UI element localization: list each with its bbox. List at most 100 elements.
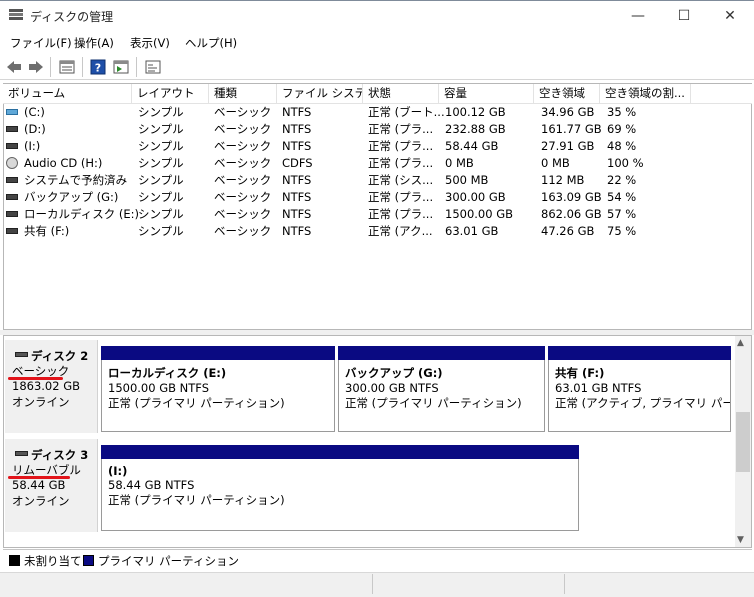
scroll-up-icon[interactable]: ▲ [737,338,744,348]
volume-layout: シンプル [138,190,184,204]
volume-free-percent: 54 % [607,190,637,204]
scrollbar-thumb[interactable] [736,412,750,472]
volume-free: 112 MB [541,173,585,187]
partition-f[interactable]: 共有 (F:) 63.01 GB NTFS 正常 (アクティブ, プライマリ パ… [548,360,731,432]
partition-g[interactable]: バックアップ (G:) 300.00 GB NTFS 正常 (プライマリ パーテ… [338,360,545,432]
volume-row[interactable]: システムで予約済み シンプル ベーシック NTFS 正常 (シス... 500 … [4,172,744,189]
volume-type: ベーシック [214,173,272,187]
volume-free-percent: 69 % [607,122,637,136]
menu-action[interactable]: 操作(A) [74,35,114,51]
status-divider [564,574,565,594]
back-arrow-icon[interactable] [5,58,23,76]
volume-type: ベーシック [214,224,272,238]
close-button[interactable]: ✕ [707,1,753,30]
volume-name: システムで予約済み [24,173,128,187]
col-free-percent[interactable]: 空き領域の割... [601,84,691,103]
legend-unallocated: 未割り当て [24,554,82,568]
col-type[interactable]: 種類 [210,84,277,103]
volume-row[interactable]: ローカルディスク (E:) シンプル ベーシック NTFS 正常 (プラ... … [4,206,744,223]
drive-icon [6,126,18,132]
menu-help[interactable]: ヘルプ(H) [185,35,237,51]
volume-status: 正常 (プラ... [368,190,434,204]
volume-row[interactable]: バックアップ (G:) シンプル ベーシック NTFS 正常 (プラ... 30… [4,189,744,206]
scroll-down-icon[interactable]: ▼ [737,535,744,545]
volume-row[interactable]: (D:) シンプル ベーシック NTFS 正常 (プラ... 232.88 GB… [4,121,744,138]
volume-type: ベーシック [214,156,272,170]
action-pane-icon[interactable] [112,58,130,76]
volume-type: ベーシック [214,105,272,119]
partition-name: バックアップ (G:) [345,366,443,380]
volume-type: ベーシック [214,139,272,153]
disk-management-icon [9,9,23,20]
volume-status: 正常 (プラ... [368,156,434,170]
volume-free-percent: 100 % [607,156,644,170]
primary-swatch [83,555,94,566]
volume-fs: NTFS [282,190,312,204]
col-filesystem[interactable]: ファイル システム [278,84,363,103]
status-bar [0,572,754,597]
maximize-button[interactable]: ☐ [661,1,707,30]
window-title: ディスクの管理 [30,10,114,24]
partition-bar [548,346,731,360]
partition-name: 共有 (F:) [555,366,605,380]
drive-icon [6,194,18,200]
minimize-button[interactable]: — [615,1,661,30]
partition-e[interactable]: ローカルディスク (E:) 1500.00 GB NTFS 正常 (プライマリ … [101,360,335,432]
properties-icon[interactable] [58,58,76,76]
menu-file[interactable]: ファイル(F) [10,35,72,51]
col-free[interactable]: 空き領域 [535,84,600,103]
col-volume[interactable]: ボリューム [4,84,132,103]
console-icon[interactable] [144,58,162,76]
drive-icon [6,211,18,217]
col-layout[interactable]: レイアウト [133,84,209,103]
volume-capacity: 300.00 GB [445,190,506,204]
volume-status: 正常 (プラ... [368,122,434,136]
volume-fs: NTFS [282,105,312,119]
volume-free-percent: 48 % [607,139,637,153]
partition-size: 300.00 GB NTFS [345,381,439,395]
legend-primary: プライマリ パーティション [98,554,239,568]
volume-name: バックアップ (G:) [24,190,119,204]
volume-free-percent: 35 % [607,105,637,119]
partition-size: 1500.00 GB NTFS [108,381,210,395]
volume-name: 共有 (F:) [24,224,70,238]
disk-icon [15,451,28,456]
volume-fs: NTFS [282,207,312,221]
partition-size: 58.44 GB NTFS [108,478,195,492]
col-status[interactable]: 状態 [364,84,439,103]
volume-name: Audio CD (H:) [24,156,103,170]
volume-capacity: 100.12 GB [445,105,506,119]
disk-size: 1863.02 GB [12,379,81,393]
volume-layout: シンプル [138,105,184,119]
disk-state: オンライン [12,395,70,409]
volume-status: 正常 (プラ... [368,139,434,153]
partition-i[interactable]: (I:) 58.44 GB NTFS 正常 (プライマリ パーティション) [101,459,579,531]
disk-title: ディスク 3 [31,448,89,462]
volume-free-percent: 22 % [607,173,637,187]
volume-row[interactable]: (I:) シンプル ベーシック NTFS 正常 (プラ... 58.44 GB … [4,138,744,155]
disk-size: 58.44 GB [12,478,66,492]
volume-type: ベーシック [214,122,272,136]
volume-row[interactable]: 共有 (F:) シンプル ベーシック NTFS 正常 (アク... 63.01 … [4,223,744,240]
toolbar-separator [50,57,51,77]
forward-arrow-icon[interactable] [27,58,45,76]
volume-free: 27.91 GB [541,139,595,153]
volume-layout: シンプル [138,156,184,170]
volume-row[interactable]: Audio CD (H:) シンプル ベーシック CDFS 正常 (プラ... … [4,155,744,172]
col-capacity[interactable]: 容量 [440,84,534,103]
partition-bar [338,346,545,360]
volume-name: (C:) [24,105,45,119]
volume-fs: CDFS [282,156,313,170]
volume-capacity: 63.01 GB [445,224,499,238]
volume-fs: NTFS [282,224,312,238]
volume-row[interactable]: (C:) シンプル ベーシック NTFS 正常 (ブート... 100.12 G… [4,104,744,121]
toolbar-separator [82,57,83,77]
volume-free-percent: 57 % [607,207,637,221]
menu-view[interactable]: 表示(V) [130,35,170,51]
status-divider [372,574,373,594]
help-icon[interactable]: ? [89,58,107,76]
volume-free: 0 MB [541,156,570,170]
volume-free: 47.26 GB [541,224,595,238]
cd-icon [6,157,18,169]
volume-capacity: 232.88 GB [445,122,506,136]
